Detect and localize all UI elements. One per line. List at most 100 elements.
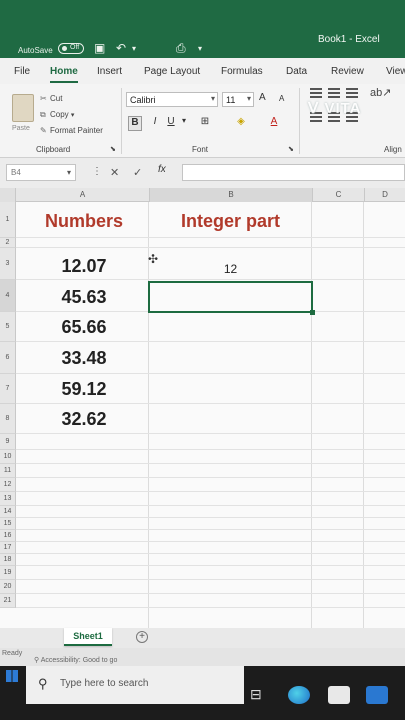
cell-a4[interactable]: 45.63 (20, 282, 148, 312)
tab-review[interactable]: Review (331, 66, 364, 77)
column-header-c[interactable]: C (313, 188, 365, 202)
copy-icon: ⧉ (40, 110, 46, 119)
grid-line (16, 593, 405, 594)
cell-a7[interactable]: 59.12 (20, 374, 148, 404)
mail-icon[interactable] (366, 686, 388, 704)
row-header[interactable]: 3 (0, 248, 16, 280)
name-box[interactable]: B4 ▾ (6, 164, 76, 181)
fill-color-icon[interactable]: ◈ (234, 116, 248, 131)
row-header[interactable]: 16 (0, 530, 16, 542)
chevron-down-icon: ▾ (246, 94, 251, 103)
underline-button[interactable]: U (166, 116, 176, 131)
add-sheet-button[interactable]: + (136, 631, 148, 643)
shrink-font-button[interactable]: A (279, 94, 284, 103)
font-launcher-icon[interactable]: ⬊ (288, 145, 294, 153)
tab-file[interactable]: File (14, 66, 30, 77)
taskbar-search-box[interactable]: ⚲ Type here to search (26, 666, 244, 704)
cell-a6[interactable]: 33.48 (20, 343, 148, 373)
column-header-a[interactable]: A (16, 188, 150, 202)
group-divider (121, 88, 122, 154)
grid-line (16, 477, 405, 478)
paste-label[interactable]: Paste (12, 125, 30, 132)
row-header[interactable]: 17 (0, 542, 16, 554)
undo-icon[interactable]: ↶ (116, 41, 126, 55)
column-header-b[interactable]: B (150, 188, 313, 202)
row-header[interactable]: 5 (0, 312, 16, 342)
insert-function-button[interactable]: fx (158, 164, 166, 175)
row-header[interactable]: 18 (0, 554, 16, 566)
selected-cell-b4[interactable] (148, 281, 315, 315)
bold-button[interactable]: B (128, 116, 142, 131)
cancel-entry-button[interactable]: ✕ (110, 166, 119, 179)
tab-insert[interactable]: Insert (97, 66, 122, 77)
format-painter-button[interactable]: ✎ Format Painter (40, 126, 103, 135)
row-header[interactable]: 21 (0, 594, 16, 608)
orientation-icon[interactable]: ab↗ (370, 86, 391, 99)
row-header[interactable]: 2 (0, 238, 16, 248)
grow-font-button[interactable]: A (259, 92, 266, 103)
status-ready: Ready (2, 650, 23, 657)
file-explorer-icon[interactable] (328, 686, 350, 704)
grid-line (16, 553, 405, 554)
sheet-tab-sheet1[interactable]: Sheet1 (64, 628, 112, 646)
grid-line (16, 449, 405, 450)
tab-formulas[interactable]: Formulas (221, 66, 263, 77)
cell-a1[interactable]: Numbers (20, 204, 148, 238)
window-title: Book1 - Excel (318, 34, 380, 45)
row-header[interactable]: 15 (0, 518, 16, 530)
cell-a5[interactable]: 65.66 (20, 312, 148, 342)
formula-input[interactable] (182, 164, 405, 181)
undo-dropdown-icon[interactable]: ▾ (132, 44, 136, 53)
row-header[interactable]: 1 (0, 202, 16, 238)
grid-line (16, 541, 405, 542)
column-header-d[interactable]: D (365, 188, 405, 202)
row-header[interactable]: 6 (0, 342, 16, 374)
row-header[interactable]: 9 (0, 434, 16, 450)
copy-label: Copy (50, 110, 69, 119)
row-header[interactable]: 4 (0, 280, 16, 312)
enter-button[interactable]: ✓ (133, 166, 142, 179)
row-header[interactable]: 19 (0, 566, 16, 580)
windows-taskbar: ⚲ Type here to search ⊟ (0, 666, 405, 720)
windows-start-icon[interactable] (6, 670, 18, 682)
grid-line (16, 505, 405, 506)
cell-b3[interactable]: 12 (150, 256, 311, 282)
customize-qat-icon[interactable]: ▾ (198, 44, 202, 53)
cell-a3[interactable]: 12.07 (20, 252, 148, 280)
select-all-corner[interactable] (0, 188, 16, 202)
touch-mode-icon[interactable]: ⎙ (176, 41, 186, 56)
cell-b1[interactable]: Integer part (150, 204, 311, 238)
grid-line (16, 517, 405, 518)
row-header[interactable]: 11 (0, 464, 16, 478)
scissors-icon: ✂ (40, 94, 47, 103)
tab-data[interactable]: Data (286, 66, 307, 77)
row-header[interactable]: 7 (0, 374, 16, 404)
row-header[interactable]: 12 (0, 478, 16, 492)
row-header[interactable]: 8 (0, 404, 16, 434)
tab-view[interactable]: View (386, 66, 405, 77)
accessibility-status[interactable]: ⚲ Accessibility: Good to go (34, 656, 117, 664)
spreadsheet-grid: A B C D 1 2 3 4 5 6 7 8 9 10 11 12 13 14 15 16 17 18 19 20 2… (0, 188, 405, 628)
row-header[interactable]: 14 (0, 506, 16, 518)
font-color-button[interactable]: A (268, 116, 280, 131)
row-header[interactable]: 10 (0, 450, 16, 464)
tab-home[interactable]: Home (50, 66, 78, 83)
row-header[interactable]: 13 (0, 492, 16, 506)
autosave-toggle[interactable]: Off (58, 43, 84, 54)
copy-button[interactable]: ⧉ Copy ▾ (40, 110, 74, 120)
italic-button[interactable]: I (150, 116, 160, 131)
font-size-dropdown[interactable]: 11 ▾ (222, 92, 254, 107)
row-header[interactable]: 20 (0, 580, 16, 594)
edge-browser-icon[interactable] (288, 686, 310, 704)
save-icon[interactable]: ▣ (94, 41, 105, 55)
cut-button[interactable]: ✂ Cut (40, 94, 62, 103)
tab-page-layout[interactable]: Page Layout (144, 66, 200, 77)
task-view-icon[interactable]: ⊟ (250, 686, 272, 704)
cell-a8[interactable]: 32.62 (20, 404, 148, 434)
borders-icon[interactable]: ⊞ (198, 116, 212, 131)
paste-icon[interactable] (12, 94, 34, 122)
clipboard-launcher-icon[interactable]: ⬊ (110, 145, 116, 153)
underline-dropdown-icon[interactable]: ▾ (180, 116, 188, 131)
chevron-down-icon: ▾ (210, 94, 215, 103)
font-name-dropdown[interactable]: Calibri ▾ (126, 92, 218, 107)
